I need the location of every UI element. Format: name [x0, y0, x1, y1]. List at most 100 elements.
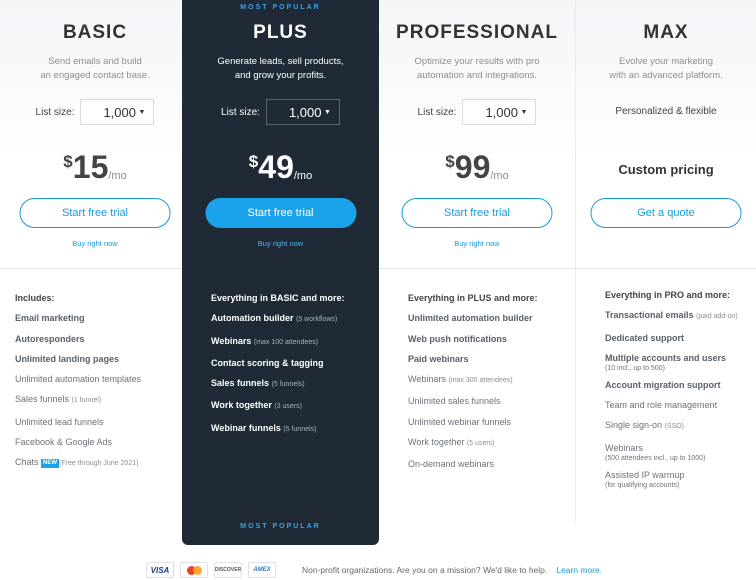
plan-max: MAX Evolve your marketing with an advanc… [576, 0, 756, 545]
feature-item: Webinars (max 300 attendees) [408, 373, 569, 387]
feature-text: Email marketing [15, 313, 85, 324]
plan-name: PLUS [253, 22, 308, 43]
list-size-row: List size: 1,000 ▼ [379, 99, 575, 125]
feature-text: Autoresponders [15, 333, 85, 344]
currency-symbol: $ [445, 152, 455, 171]
feature-note: (1 funnel) [71, 397, 102, 405]
feature-text: Webinar funnels [211, 422, 281, 433]
list-size-row: List size: 1,000 ▼ [0, 99, 190, 125]
feature-text: Work together [211, 400, 272, 411]
feature-text: Everything in PLUS and more: [408, 293, 538, 303]
buy-right-now-link[interactable]: Buy right now [0, 239, 190, 248]
feature-note: (Free through June 2021) [59, 460, 139, 468]
feature-note: (5 funnels) [271, 381, 305, 389]
feature-note: (paid add-on) [696, 313, 738, 321]
feature-text: Unlimited automation templates [15, 374, 142, 385]
plan-description-line: and grow your profits. [234, 70, 327, 81]
feature-item: Team and role management [605, 399, 750, 411]
get-a-quote-button[interactable]: Get a quote [590, 198, 742, 228]
plan-price: $ 49 /mo [182, 150, 379, 184]
price-amount: 49 [258, 149, 294, 185]
feature-item: On-demand webinars [408, 458, 569, 470]
feature-text: Sales funnels [15, 394, 70, 405]
list-size-select[interactable]: 1,000 ▼ [462, 99, 537, 125]
feature-list-heading: Includes: [15, 292, 184, 304]
feature-list-heading: Everything in BASIC and more: [211, 292, 373, 304]
feature-text: Contact scoring & tagging [211, 357, 324, 368]
visa-card-icon: VISA [146, 562, 174, 578]
plan-description-line: Send emails and build [48, 56, 142, 67]
feature-text: Paid webinars [408, 353, 469, 364]
feature-text: Automation builder [211, 313, 294, 324]
plan-description-line: Evolve your marketing [619, 56, 713, 67]
most-popular-badge: MOST POPULAR [240, 523, 321, 530]
feature-note: (SSO) [664, 423, 685, 431]
price-period: /mo [293, 170, 313, 182]
currency-symbol: $ [248, 152, 259, 171]
feature-note: (3 users) [274, 403, 302, 411]
feature-text: Account migration support [605, 379, 721, 390]
list-size-label: List size: [417, 106, 457, 118]
list-size-select[interactable]: 1,000 ▼ [80, 99, 155, 125]
feature-item: Unlimited automation templates [15, 373, 184, 385]
feature-list-heading: Everything in PLUS and more: [408, 292, 569, 304]
feature-item: Account migration support [605, 379, 750, 391]
feature-text: Web push notifications [408, 333, 507, 344]
plan-description-line: Optimize your results with pro [414, 56, 540, 67]
feature-text: Work together [408, 437, 465, 448]
feature-text: Multiple accounts and users [605, 352, 727, 363]
plan-name: BASIC [62, 22, 128, 43]
feature-item: Facebook & Google Ads [15, 436, 184, 448]
start-free-trial-button[interactable]: Start free trial [401, 198, 553, 228]
feature-list: Everything in BASIC and more: Automation … [211, 292, 373, 444]
feature-item: Sales funnels (1 funnel) [15, 393, 184, 407]
plan-description-line: Generate leads, sell products, [217, 56, 344, 67]
feature-text: Single sign-on [605, 420, 663, 431]
feature-note: (max 300 attendees) [448, 377, 513, 385]
learn-more-link[interactable]: Learn more. [556, 565, 602, 575]
buy-right-now-link[interactable]: Buy right now [182, 239, 379, 248]
plan-basic: BASIC Send emails and build an engaged c… [0, 0, 190, 545]
plan-price: $ 15 /mo [0, 150, 190, 184]
feature-item: Unlimited automation builder [408, 312, 569, 324]
personalized-label: Personalized & flexible [615, 106, 717, 117]
custom-pricing-label: Custom pricing [618, 162, 714, 177]
feature-text: Team and role management [605, 400, 718, 411]
feature-text: Chats [15, 457, 39, 468]
feature-item: Assisted IP warmup (for qualifying accoun… [605, 469, 750, 490]
feature-text: Facebook & Google Ads [15, 437, 113, 448]
list-size-value: 1,000 [103, 104, 136, 120]
start-free-trial-button[interactable]: Start free trial [19, 198, 171, 228]
plan-description-line: automation and integrations. [417, 70, 537, 81]
feature-text: Webinars [408, 374, 446, 385]
plan-professional: PROFESSIONAL Optimize your results with … [379, 0, 576, 522]
chevron-down-icon: ▼ [324, 108, 331, 116]
price-period: /mo [490, 170, 509, 182]
buy-right-now-link[interactable]: Buy right now [379, 239, 575, 248]
start-free-trial-button[interactable]: Start free trial [205, 198, 356, 228]
feature-text: Dedicated support [605, 332, 685, 343]
feature-list: Everything in PLUS and more: Unlimited au… [408, 292, 569, 479]
price-period: /mo [108, 170, 127, 182]
list-size-value: 1,000 [485, 104, 518, 120]
plan-name: MAX [643, 22, 689, 43]
list-size-select[interactable]: 1,000 ▼ [265, 99, 340, 125]
feature-item: Transactional emails (paid add-on) [605, 309, 750, 323]
feature-item: Sales funnels (5 funnels) [211, 377, 373, 391]
feature-text: Everything in BASIC and more: [211, 293, 345, 303]
feature-note: (max 100 attendees) [253, 338, 319, 346]
plan-description: Send emails and build an engaged contact… [10, 55, 180, 83]
feature-list: Everything in PRO and more: Transactional… [605, 289, 750, 496]
feature-item: Unlimited webinar funnels [408, 416, 569, 428]
amex-card-icon: AMEX [248, 562, 276, 578]
plan-price: $ 99 /mo [379, 150, 575, 184]
feature-note: (5 workflows) [296, 316, 338, 324]
feature-text: Includes: [15, 293, 55, 303]
feature-item: Unlimited landing pages [15, 353, 184, 365]
feature-text: On-demand webinars [408, 459, 495, 470]
list-size-label: List size: [221, 106, 260, 118]
most-popular-badge: MOST POPULAR [240, 4, 321, 11]
list-size-value: 1,000 [288, 104, 322, 120]
feature-item: Webinars (max 100 attendees) [211, 335, 373, 349]
price-amount: 15 [72, 149, 109, 185]
